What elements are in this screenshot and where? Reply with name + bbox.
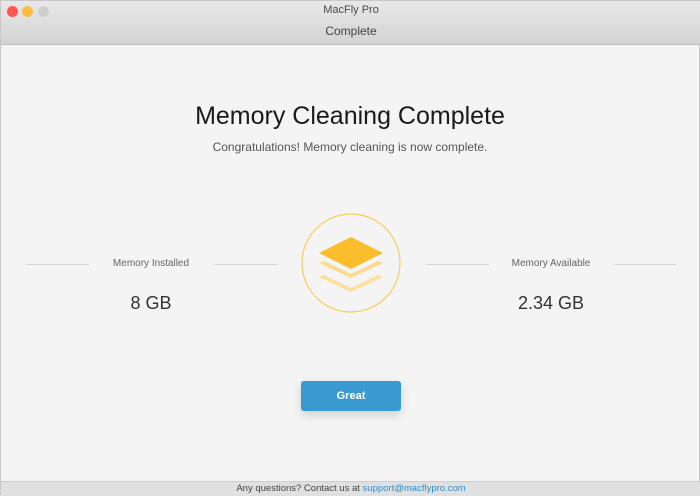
app-title: MacFly Pro (323, 4, 379, 16)
memory-available-value: 2.34 GB (517, 293, 585, 313)
divider (26, 264, 89, 265)
footer-text: Any questions? Contact us at (236, 483, 360, 494)
divider (214, 264, 277, 265)
memory-available-label: Memory Available (511, 258, 591, 269)
title-bar: MacFly Pro Complete (1, 1, 700, 45)
support-email-link[interactable]: support@macflypro.com (363, 483, 466, 494)
footer: Any questions? Contact us at support@mac… (1, 481, 700, 496)
great-button[interactable]: Great (301, 381, 401, 411)
subtitle: Congratulations! Memory cleaning is now … (212, 140, 488, 154)
memory-installed-label: Memory Installed (112, 258, 190, 269)
memory-installed-value: 8 GB (130, 293, 172, 313)
layers-icon (301, 213, 401, 313)
divider (426, 264, 489, 265)
divider (614, 264, 676, 265)
window-title: Complete (325, 24, 377, 38)
page-title: Memory Cleaning Complete (195, 102, 505, 130)
